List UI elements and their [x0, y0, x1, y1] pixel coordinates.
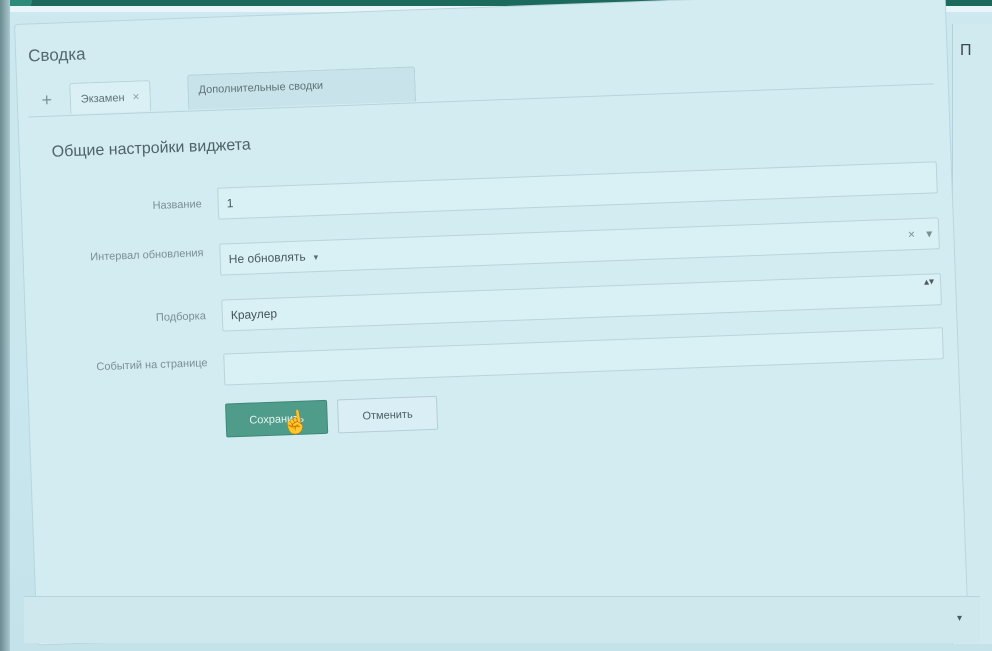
name-label: Название — [152, 198, 202, 213]
summary-panel: Сводка + Экзамен × Дополнительные сводки … — [14, 0, 969, 646]
form-row-collection: Подборка — [65, 300, 206, 337]
collection-select[interactable]: Краулер ▴▾ — [221, 273, 942, 332]
interval-select[interactable]: Не обновлять ▾ × ▾ — [219, 217, 940, 276]
hand-pointer-icon: ☝ — [279, 407, 312, 438]
tab-exam[interactable]: Экзамен × — [69, 80, 152, 114]
events-label: Событий на странице — [96, 357, 208, 374]
section-title: Общие настройки виджета — [51, 136, 252, 161]
events-per-page-input[interactable] — [223, 327, 944, 386]
tab-exam-label: Экзамен — [80, 92, 125, 106]
tab-additional-label: Дополнительные сводки — [198, 79, 324, 97]
form-row-interval: Интервал обновления — [63, 244, 204, 281]
name-input[interactable]: 1 — [217, 161, 938, 220]
screen: П Сводка + Экзамен × Дополнительные сводк… — [0, 0, 992, 651]
collection-value: Краулер — [230, 306, 278, 323]
tab-bar: + Экзамен × Дополнительные сводки — [27, 49, 934, 118]
spinner-icon[interactable]: ▴▾ — [924, 276, 934, 288]
save-button[interactable]: Сохранить — [225, 399, 329, 438]
interval-selected[interactable]: Не обновлять ▾ — [228, 241, 319, 275]
form-row-events: Событий на странице — [67, 354, 208, 391]
cancel-button[interactable]: Отменить — [336, 395, 439, 434]
interval-label: Интервал обновления — [90, 247, 204, 264]
dropdown-caret-icon[interactable]: ▾ — [926, 226, 933, 240]
bottom-select-bar[interactable]: ▾ — [24, 596, 980, 643]
chevron-down-icon: ▾ — [313, 252, 319, 263]
close-icon[interactable]: × — [132, 89, 140, 103]
form-row-name: Название — [61, 188, 202, 225]
panel-title: Сводка — [27, 44, 86, 66]
interval-controls: × ▾ — [907, 219, 933, 250]
clear-icon[interactable]: × — [908, 227, 916, 241]
interval-value: Не обновлять — [228, 249, 306, 267]
screen-bezel — [0, 0, 10, 651]
tab-additional-summaries[interactable]: Дополнительные сводки — [186, 66, 417, 110]
add-tab-button[interactable]: + — [31, 85, 62, 114]
collection-label: Подборка — [155, 310, 207, 324]
right-panel-title: П — [960, 42, 972, 59]
chevron-down-icon[interactable]: ▾ — [957, 613, 962, 624]
